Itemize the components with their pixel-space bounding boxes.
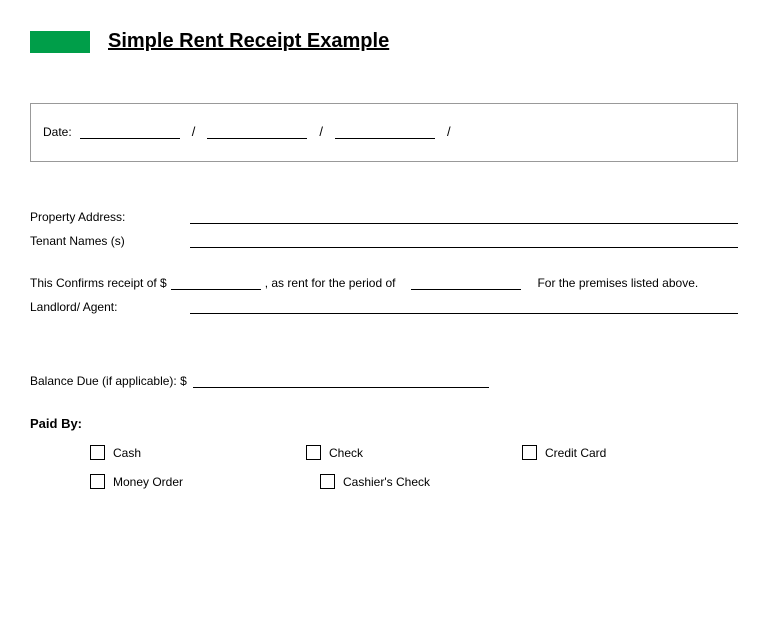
pay-methods-grid: Cash Check Credit Card Money Order Cashi… xyxy=(30,445,738,489)
slash-2: / xyxy=(315,124,327,139)
pay-item-check: Check xyxy=(306,445,522,460)
slash-3: / xyxy=(443,124,455,139)
pay-item-cash: Cash xyxy=(90,445,306,460)
tenant-names-field[interactable] xyxy=(190,234,738,248)
pay-label-cash: Cash xyxy=(113,446,141,460)
date-label: Date: xyxy=(43,125,72,139)
balance-label: Balance Due (if applicable): $ xyxy=(30,374,187,388)
confirm-text-1: This Confirms receipt of $ xyxy=(30,276,167,290)
checkbox-credit-card[interactable] xyxy=(522,445,537,460)
pay-row-2: Money Order Cashier's Check xyxy=(90,474,738,489)
balance-field[interactable] xyxy=(193,374,489,388)
property-address-field[interactable] xyxy=(190,210,738,224)
pay-label-check: Check xyxy=(329,446,363,460)
checkbox-money-order[interactable] xyxy=(90,474,105,489)
confirm-text-2: , as rent for the period of xyxy=(265,276,396,290)
page-title: Simple Rent Receipt Example xyxy=(108,30,389,53)
pay-label-money-order: Money Order xyxy=(113,475,183,489)
checkbox-check[interactable] xyxy=(306,445,321,460)
confirm-text-3: For the premises listed above. xyxy=(537,276,698,290)
balance-row: Balance Due (if applicable): $ xyxy=(30,374,738,388)
pay-label-cashiers-check: Cashier's Check xyxy=(343,475,430,489)
pay-row-1: Cash Check Credit Card xyxy=(90,445,738,460)
logo-block xyxy=(30,31,90,53)
checkbox-cash[interactable] xyxy=(90,445,105,460)
date-box: Date: / / / xyxy=(30,103,738,162)
header: Simple Rent Receipt Example xyxy=(30,30,738,53)
tenant-names-row: Tenant Names (s) xyxy=(30,234,738,248)
landlord-row: Landlord/ Agent: xyxy=(30,300,738,314)
pay-label-credit-card: Credit Card xyxy=(545,446,606,460)
checkbox-cashiers-check[interactable] xyxy=(320,474,335,489)
tenant-names-label: Tenant Names (s) xyxy=(30,234,190,248)
landlord-field[interactable] xyxy=(190,300,738,314)
property-address-row: Property Address: xyxy=(30,210,738,224)
pay-item-cashiers-check: Cashier's Check xyxy=(320,474,550,489)
date-field-3[interactable] xyxy=(335,125,435,139)
pay-item-credit-card: Credit Card xyxy=(522,445,738,460)
date-row: Date: / / / xyxy=(43,124,725,139)
date-field-2[interactable] xyxy=(207,125,307,139)
slash-1: / xyxy=(188,124,200,139)
paid-by-label: Paid By: xyxy=(30,416,738,431)
pay-item-money-order: Money Order xyxy=(90,474,320,489)
date-field-1[interactable] xyxy=(80,125,180,139)
rent-period-field[interactable] xyxy=(411,276,521,290)
property-address-label: Property Address: xyxy=(30,210,190,224)
rent-amount-field[interactable] xyxy=(171,276,261,290)
landlord-label: Landlord/ Agent: xyxy=(30,300,190,314)
confirm-row: This Confirms receipt of $ , as rent for… xyxy=(30,276,738,290)
